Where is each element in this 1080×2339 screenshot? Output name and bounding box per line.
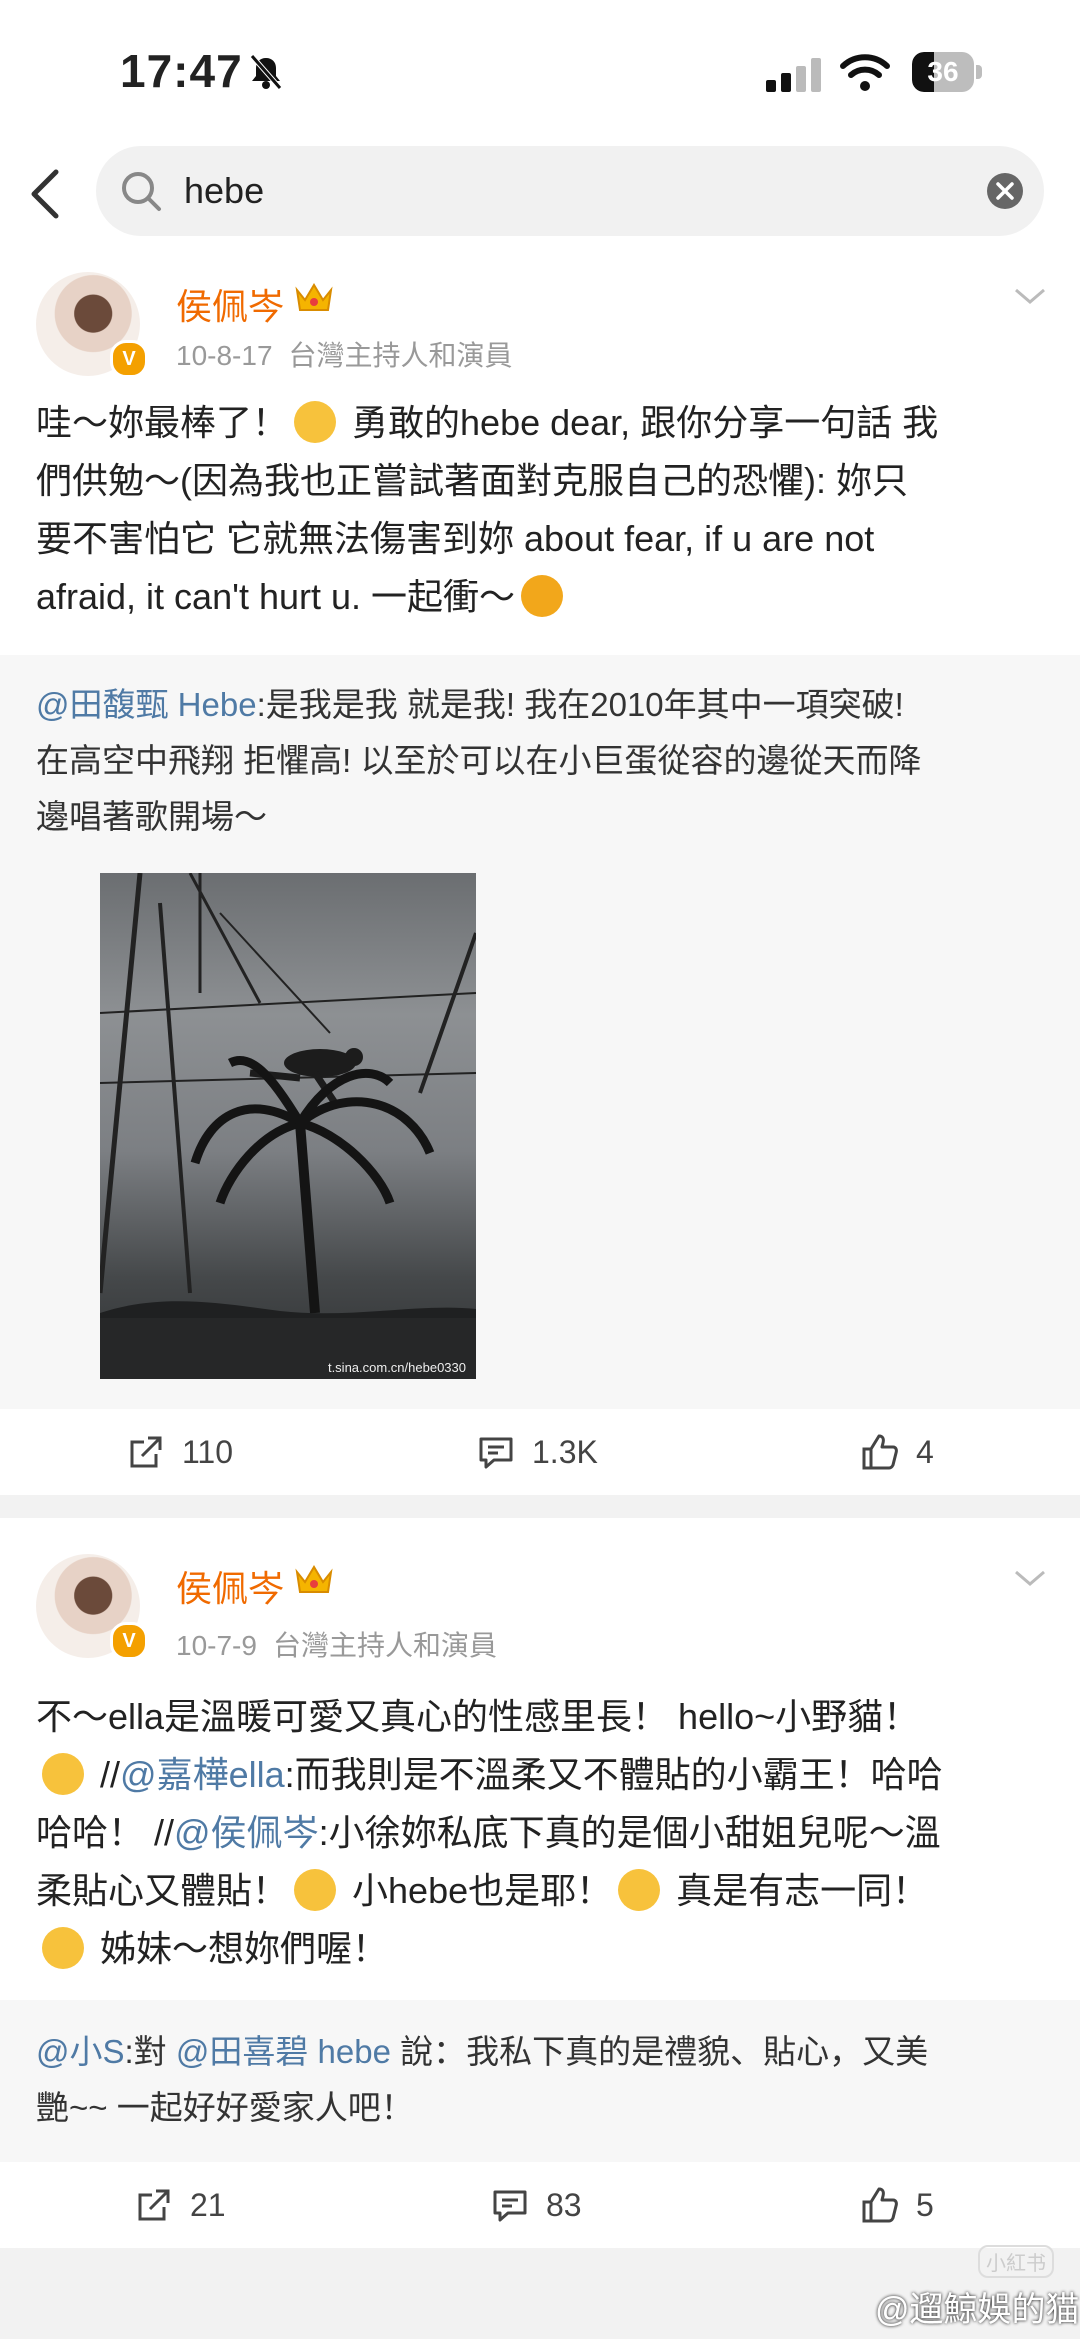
clock: 17:47 bbox=[120, 45, 243, 97]
cellular-signal-icon bbox=[766, 58, 821, 92]
bell-muted-icon bbox=[250, 54, 282, 90]
post-card[interactable]: V 侯佩岑 10-8-17 台灣主持人和演員 哇～妳最棒了！ 勇敢的hebe de… bbox=[0, 250, 1080, 655]
kissing-face-emoji bbox=[294, 1869, 337, 1911]
mention-link[interactable]: @小S bbox=[36, 2033, 125, 2070]
comment-icon bbox=[479, 1437, 513, 1469]
repost-block[interactable]: @田馥甄 Hebe:是我是我 就是我! 我在2010年其中一項突破! 在高空中飛… bbox=[0, 655, 1080, 1409]
repost-block[interactable]: @小S:對 @田喜碧 hebe 說：我私下真的是禮貌、貼心，又美 艷~~ 一起好… bbox=[0, 2000, 1080, 2162]
post-card[interactable]: V 侯佩岑 10-7-9 台灣主持人和演員 不～ella是溫暖可愛又真心的性感里長… bbox=[0, 1518, 1080, 2000]
repost-text: @田馥甄 Hebe:是我是我 就是我! 我在2010年其中一項突破! 在高空中飛… bbox=[36, 686, 922, 835]
image-watermark: t.sina.com.cn/hebe0330 bbox=[327, 1360, 466, 1375]
clear-search-icon[interactable] bbox=[986, 172, 1024, 210]
mention-link[interactable]: @嘉樺ella bbox=[120, 1754, 285, 1795]
chevron-down-icon[interactable] bbox=[1012, 1566, 1048, 1590]
kissing-face-emoji bbox=[42, 1753, 84, 1795]
xiaohongshu-badge: 小紅书 bbox=[978, 2245, 1054, 2278]
like-count: 5 bbox=[916, 2186, 934, 2223]
thumbs-up-icon bbox=[862, 1434, 898, 1470]
comment-count: 1.3K bbox=[532, 1433, 598, 1470]
crown-icon bbox=[295, 283, 333, 311]
repost-count: 110 bbox=[182, 1433, 234, 1470]
post-meta: 10-7-9 台灣主持人和演員 bbox=[176, 1624, 497, 1664]
post-actions: 21 83 5 bbox=[0, 2162, 1080, 2248]
search-icon bbox=[122, 172, 161, 211]
post-actions: 110 1.3K 4 bbox=[0, 1409, 1080, 1495]
mention-link[interactable]: @田喜碧 hebe bbox=[176, 2033, 391, 2070]
mention-link[interactable]: @侯佩岑 bbox=[174, 1812, 319, 1853]
post-meta: 10-8-17 台灣主持人和演員 bbox=[176, 334, 513, 374]
search-bar-row: hebe bbox=[0, 140, 1080, 250]
clapping-hands-emoji bbox=[294, 401, 337, 443]
fist-emoji bbox=[521, 575, 564, 617]
thumbs-up-icon bbox=[862, 2187, 898, 2223]
post-date: 10-7-9 bbox=[176, 1630, 257, 1661]
comment-icon bbox=[493, 2190, 527, 2222]
verified-badge-icon: V bbox=[110, 340, 148, 378]
chevron-down-icon[interactable] bbox=[1012, 284, 1048, 308]
post-text: 哇～妳最棒了！ 勇敢的hebe dear, 跟你分享一句話 我 們供勉～(因為我… bbox=[36, 401, 939, 617]
clapping-hands-emoji bbox=[618, 1869, 661, 1911]
search-input[interactable]: hebe bbox=[96, 146, 1044, 236]
comment-count: 83 bbox=[546, 2186, 582, 2223]
battery-indicator: 36 bbox=[912, 52, 984, 92]
trapeze-silhouette-image bbox=[100, 873, 476, 1379]
wifi-icon bbox=[840, 54, 890, 91]
tongue-face-emoji bbox=[42, 1927, 84, 1969]
battery-level: 36 bbox=[927, 56, 959, 87]
back-arrow-icon[interactable] bbox=[24, 164, 68, 224]
status-bar: 17:47 36 bbox=[0, 0, 1080, 140]
repost-count: 21 bbox=[190, 2186, 226, 2223]
post-text: 不～ella是溫暖可愛又真心的性感里長！ hello~小野貓！ //@嘉樺ell… bbox=[36, 1696, 943, 1969]
comment-button[interactable]: 83 bbox=[490, 2162, 582, 2248]
post-date: 10-8-17 bbox=[176, 340, 273, 371]
crown-icon bbox=[295, 1565, 333, 1593]
repost-button[interactable]: 21 bbox=[134, 2162, 226, 2248]
verified-badge-icon: V bbox=[110, 1622, 148, 1660]
author-name[interactable]: 侯佩岑 bbox=[176, 278, 284, 330]
repost-button[interactable]: 110 bbox=[126, 1409, 233, 1495]
like-count: 4 bbox=[916, 1433, 934, 1470]
share-icon bbox=[130, 1436, 162, 1468]
repost-text: @小S:對 @田喜碧 hebe 說：我私下真的是禮貌、貼心，又美 艷~~ 一起好… bbox=[36, 2033, 929, 2126]
mention-link[interactable]: @田馥甄 Hebe bbox=[36, 686, 257, 723]
like-button[interactable]: 4 bbox=[860, 1409, 934, 1495]
comment-button[interactable]: 1.3K bbox=[476, 1409, 598, 1495]
post-source: 台灣主持人和演員 bbox=[272, 1630, 497, 1661]
search-query[interactable]: hebe bbox=[184, 164, 264, 218]
share-icon bbox=[138, 2189, 170, 2221]
author-name[interactable]: 侯佩岑 bbox=[176, 1560, 284, 1612]
footer-watermark: @遛鯨娛的猫 bbox=[875, 2291, 1080, 2329]
post-source: 台灣主持人和演員 bbox=[288, 340, 513, 371]
post-image[interactable]: t.sina.com.cn/hebe0330 bbox=[100, 873, 476, 1379]
like-button[interactable]: 5 bbox=[860, 2162, 934, 2248]
